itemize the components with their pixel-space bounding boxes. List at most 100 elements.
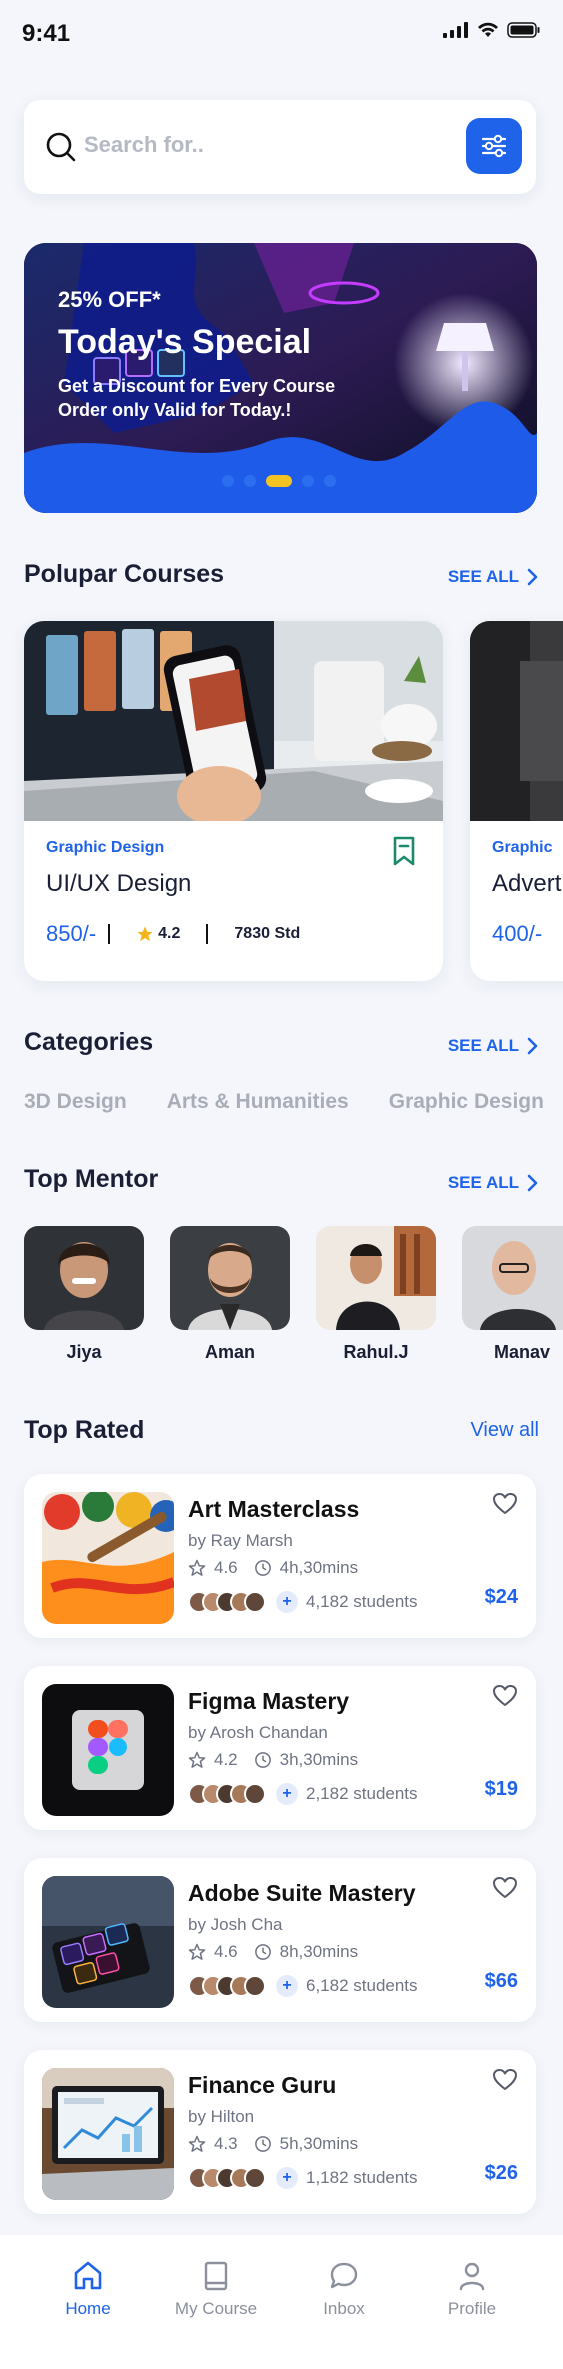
popular-see-all[interactable]: SEE ALL (448, 567, 539, 587)
search-input[interactable]: Search for.. (84, 132, 204, 158)
banner-text: 25% OFF* Today's Special Get a Discount … (58, 287, 378, 422)
carousel-dot[interactable] (244, 475, 256, 487)
category-item[interactable]: Arts & Humanities (167, 1090, 349, 1114)
tab-label: Profile (447, 2299, 497, 2318)
categories-see-all[interactable]: SEE ALL (448, 1036, 539, 1056)
tab-home[interactable]: Home (33, 2259, 143, 2319)
avatar (244, 1975, 266, 1997)
banner-title: Today's Special (58, 323, 312, 361)
course-duration: 4h,30mins (279, 1558, 359, 1577)
mentor-avatar (24, 1226, 144, 1330)
rating-value: 4.2 (158, 925, 181, 942)
battery-icon (507, 22, 540, 38)
student-count: 4,182 students (306, 1592, 418, 1611)
carousel-dot[interactable] (324, 475, 336, 487)
category-list: 3D Design Arts & Humanities Graphic Desi… (24, 1090, 544, 1114)
chevron-right-icon (527, 1037, 538, 1055)
course-title: Figma Mastery (188, 1688, 350, 1714)
promo-banner[interactable]: 25% OFF* Today's Special Get a Discount … (24, 243, 537, 513)
rated-course-card[interactable]: Adobe Suite Mastery by Josh Cha 4.6 8h,3… (24, 1858, 536, 2022)
popular-courses-title: Polupar Courses (24, 560, 225, 588)
tab-label: My Course (174, 2299, 258, 2318)
rating-value: 4.3 (214, 2134, 238, 2153)
course-category: Graphic Design (46, 839, 165, 856)
chevron-right-icon (527, 1174, 538, 1192)
course-meta: 400/- (492, 921, 542, 947)
rated-course-card[interactable]: Finance Guru by Hilton 4.3 5h,30mins + 1… (24, 2050, 536, 2214)
mentor-card[interactable]: Aman (170, 1226, 290, 1363)
avatar (244, 1783, 266, 1805)
course-image (24, 621, 443, 821)
mentors-see-all[interactable]: SEE ALL (448, 1173, 539, 1193)
course-price: 400/- (492, 921, 543, 946)
search-bar[interactable]: Search for.. (24, 100, 536, 194)
student-avatars (188, 1975, 266, 1997)
plus-icon: + (276, 1975, 298, 1997)
status-icons (443, 22, 541, 38)
star-outline-icon (188, 2135, 206, 2152)
course-price: $19 (484, 1778, 518, 1800)
carousel-dot[interactable] (222, 475, 234, 487)
star-outline-icon (188, 1559, 206, 1576)
filter-button[interactable] (466, 118, 522, 174)
clock-icon (254, 1752, 271, 1768)
course-price: $24 (484, 1586, 518, 1608)
tab-profile[interactable]: Profile (417, 2259, 527, 2319)
mentor-card[interactable]: Jiya (24, 1226, 144, 1363)
carousel-dot-active[interactable] (266, 475, 292, 487)
signal-icon (443, 22, 468, 38)
course-author: by Josh Cha (188, 1915, 283, 1934)
rating: 4.2 (136, 925, 180, 943)
mentor-name: Rahul.J (343, 1342, 409, 1362)
course-card[interactable]: Graphic Design UI/UX Design 850/- 4.2 78… (24, 621, 443, 981)
chevron-right-icon (527, 568, 538, 586)
mentor-avatar (170, 1226, 290, 1330)
mentor-card[interactable]: Rahul.J (316, 1226, 436, 1363)
course-students: + 1,182 students (188, 2167, 418, 2189)
carousel-indicator (222, 475, 336, 487)
course-meta: 850/- 4.2 7830 Std (46, 921, 300, 947)
rating-value: 4.6 (214, 1942, 238, 1961)
heart-icon[interactable] (492, 1492, 518, 1516)
categories-title: Categories (24, 1028, 154, 1056)
book-icon (204, 2261, 228, 2291)
course-stats: 4.6 4h,30mins (188, 1558, 358, 1578)
course-students: + 6,182 students (188, 1975, 418, 1997)
student-count: 6,182 students (306, 1976, 418, 1995)
chat-icon (330, 2262, 358, 2289)
rating-value: 4.6 (214, 1558, 238, 1577)
category-item[interactable]: Graphic Design (389, 1090, 544, 1114)
star-outline-icon (188, 1751, 206, 1768)
course-card[interactable]: Graphic Advert 400/- (470, 621, 563, 981)
see-all-label: SEE ALL (447, 567, 519, 586)
clock-icon (254, 1560, 271, 1576)
mentor-name: Aman (204, 1342, 255, 1362)
plus-icon: + (276, 1591, 298, 1613)
tab-inbox[interactable]: Inbox (289, 2259, 399, 2319)
rated-course-card[interactable]: Art Masterclass by Ray Marsh 4.6 4h,30mi… (24, 1474, 536, 1638)
top-mentor-title: Top Mentor (24, 1165, 159, 1193)
course-author: by Ray Marsh (188, 1531, 293, 1550)
heart-icon[interactable] (492, 1684, 518, 1708)
separator (206, 924, 209, 944)
filter-icon (481, 134, 507, 158)
star-outline-icon (188, 1943, 206, 1960)
rated-course-card[interactable]: Figma Mastery by Arosh Chandan 4.2 3h,30… (24, 1666, 536, 1830)
top-rated-view-all[interactable]: View all (470, 1419, 539, 1442)
see-all-label: SEE ALL (447, 1173, 519, 1192)
student-avatars (188, 1783, 266, 1805)
carousel-dot[interactable] (302, 475, 314, 487)
course-thumbnail (42, 2068, 174, 2200)
banner-discount: 25% OFF* (58, 287, 161, 312)
tab-my-course[interactable]: My Course (161, 2259, 271, 2319)
home-icon (74, 2261, 102, 2290)
heart-icon[interactable] (492, 2068, 518, 2092)
student-avatars (188, 1591, 266, 1613)
category-item[interactable]: 3D Design (24, 1090, 127, 1114)
banner-subtitle: Get a Discount for Every Course Order on… (58, 376, 336, 420)
bookmark-icon[interactable] (391, 835, 417, 867)
mentor-name: Manav (493, 1342, 551, 1362)
mentor-card[interactable]: Manav (462, 1226, 563, 1363)
heart-icon[interactable] (492, 1876, 518, 1900)
rating-value: 4.2 (214, 1750, 238, 1769)
